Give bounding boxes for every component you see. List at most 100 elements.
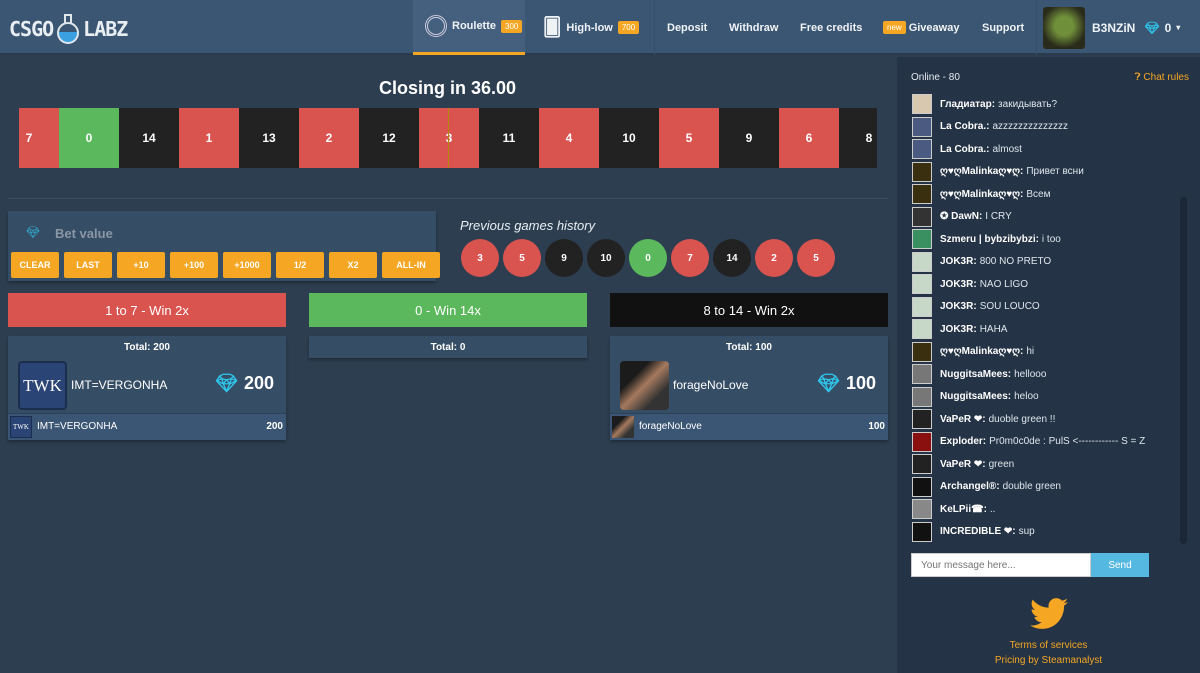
chat-username[interactable]: ღ♥ღMalinkaღ♥ღ: [940, 189, 1023, 200]
user-menu[interactable]: B3NZiN 💎︎ 0 ▾ [1092, 0, 1180, 55]
chat-message: NuggitsaMees: hellooo [912, 363, 1177, 386]
chat-text: I CRY [985, 211, 1012, 223]
roulette-tile: 7 [19, 108, 59, 168]
user-balance: 0 [1164, 20, 1172, 35]
twitter-icon[interactable] [1030, 598, 1068, 630]
nav-roulette[interactable]: Roulette 300 [413, 0, 525, 55]
chat-username[interactable]: Гладиатар: [940, 99, 995, 110]
chat-message: KeLPii☎:.. [912, 498, 1177, 521]
diamond-icon: 💎︎ [1144, 20, 1160, 35]
chat-username[interactable]: Szmeru | bybzibybzi: [940, 234, 1039, 245]
chat-username[interactable]: KeLPii☎: [940, 504, 987, 515]
chat-message-input[interactable] [911, 553, 1091, 577]
roulette-tile: 8 [839, 108, 877, 168]
pricing-link[interactable]: Pricing by Steamanalyst [897, 655, 1200, 666]
chat-avatar[interactable] [912, 139, 932, 160]
bet-clear-button[interactable]: CLEAR [11, 252, 59, 278]
bet-value-input[interactable]: Bet value [55, 226, 113, 241]
chat-text: Pr0m0c0de : PulS <------------ S = Z [989, 436, 1146, 448]
chat-username[interactable]: JOK3R: [940, 256, 977, 267]
chat-username[interactable]: La Cobra.: [940, 144, 989, 155]
chat-avatar[interactable] [912, 116, 932, 137]
chat-sidebar: Online - 80 ❓︎ Chat rules Гладиатар: заки… [897, 57, 1200, 673]
bet-allin-button[interactable]: ALL-IN [382, 252, 440, 278]
chat-avatar[interactable] [912, 454, 932, 475]
nav-label: Free credits [800, 21, 863, 34]
chat-avatar[interactable] [912, 431, 932, 452]
chat-username[interactable]: ✪ DawN: [940, 211, 982, 222]
chat-username[interactable]: INCREDIBLE ❤: [940, 526, 1016, 537]
chat-avatar[interactable] [912, 296, 932, 317]
history-list: 3 5 9 10 0 7 14 2 5 [461, 239, 835, 277]
chat-avatar[interactable] [912, 476, 932, 497]
chat-message: La Cobra.: almost [912, 138, 1177, 161]
bet-green-button[interactable]: 0 - Win 14x [309, 293, 587, 327]
logo[interactable]: CSGO LABZ [9, 14, 128, 44]
roulette-tile: 9 [719, 108, 779, 168]
chat-username[interactable]: NuggitsaMees: [940, 369, 1011, 380]
roulette-tile: 5 [659, 108, 719, 168]
chat-message: La Cobra.: azzzzzzzzzzzzzz [912, 116, 1177, 139]
chat-text: duoble green !! [988, 413, 1056, 425]
history-label: Previous games history [460, 218, 596, 233]
chat-username[interactable]: JOK3R: [940, 324, 977, 335]
chat-avatar[interactable] [912, 386, 932, 407]
roulette-tile: 14 [119, 108, 179, 168]
chat-avatar[interactable] [912, 319, 932, 340]
chat-rules-link[interactable]: ❓︎ Chat rules [1135, 72, 1189, 83]
new-badge: new [883, 21, 906, 34]
chat-avatar[interactable] [912, 229, 932, 250]
nav-withdraw[interactable]: Withdraw [729, 0, 778, 55]
chat-username[interactable]: JOK3R: [940, 279, 977, 290]
chat-avatar[interactable] [912, 409, 932, 430]
nav-support[interactable]: Support [982, 0, 1024, 55]
history-ball: 10 [587, 239, 625, 277]
chat-avatar[interactable] [912, 341, 932, 362]
chat-avatar[interactable] [912, 251, 932, 272]
bet-12-button[interactable]: 1/2 [276, 252, 324, 278]
chat-username[interactable]: Exploder: [940, 436, 986, 447]
nav-giveaway[interactable]: new Giveaway [883, 0, 959, 55]
bet-black-button[interactable]: 8 to 14 - Win 2x [610, 293, 888, 327]
bet-x2-button[interactable]: X2 [329, 252, 377, 278]
chat-avatar[interactable] [912, 364, 932, 385]
avatar: TWK [10, 416, 32, 438]
chat-avatar[interactable] [912, 499, 932, 520]
chat-avatar[interactable] [912, 161, 932, 182]
bettor-name: forageNoLove [673, 378, 749, 392]
user-avatar[interactable] [1043, 7, 1085, 49]
bet-red-button[interactable]: 1 to 7 - Win 2x [8, 293, 286, 327]
nav-deposit[interactable]: Deposit [667, 0, 707, 55]
chat-avatar[interactable] [912, 521, 932, 542]
chat-username[interactable]: ღ♥ღMalinkaღ♥ღ: [940, 166, 1023, 177]
chat-avatar[interactable] [912, 94, 932, 115]
chat-username[interactable]: JOK3R: [940, 301, 977, 312]
bet-1000-button[interactable]: +1000 [223, 252, 271, 278]
history-ball: 2 [755, 239, 793, 277]
send-button[interactable]: Send [1091, 553, 1149, 577]
nav-free-credits[interactable]: Free credits [800, 0, 862, 55]
chat-scrollbar[interactable] [1180, 197, 1187, 544]
history-ball: 14 [713, 239, 751, 277]
chat-username[interactable]: Archangel®: [940, 481, 1000, 492]
chat-avatar[interactable] [912, 274, 932, 295]
chat-username[interactable]: La Cobra.: [940, 121, 989, 132]
nav-high-low[interactable]: 🂠 High-low 700 [543, 0, 640, 55]
chat-username[interactable]: VaPeR ❤: [940, 459, 986, 470]
roulette-tile: 6 [779, 108, 839, 168]
chat-avatar[interactable] [912, 206, 932, 227]
bet-10-button[interactable]: +10 [117, 252, 165, 278]
chat-username[interactable]: NuggitsaMees: [940, 391, 1011, 402]
nav-label: Roulette [452, 20, 496, 32]
chat-username[interactable]: VaPeR ❤: [940, 414, 986, 425]
chat-text: green [988, 458, 1015, 470]
avatar [612, 416, 634, 438]
chat-username[interactable]: ღ♥ღMalinkaღ♥ღ: [940, 346, 1023, 357]
logo-text-left: CSGO [9, 17, 54, 41]
chat-text: azzzzzzzzzzzzzz [992, 121, 1069, 133]
bet-100-button[interactable]: +100 [170, 252, 218, 278]
diamond-icon: 💎︎ [215, 373, 238, 393]
chat-avatar[interactable] [912, 184, 932, 205]
bet-last-button[interactable]: LAST [64, 252, 112, 278]
terms-link[interactable]: Terms of services [897, 640, 1200, 651]
